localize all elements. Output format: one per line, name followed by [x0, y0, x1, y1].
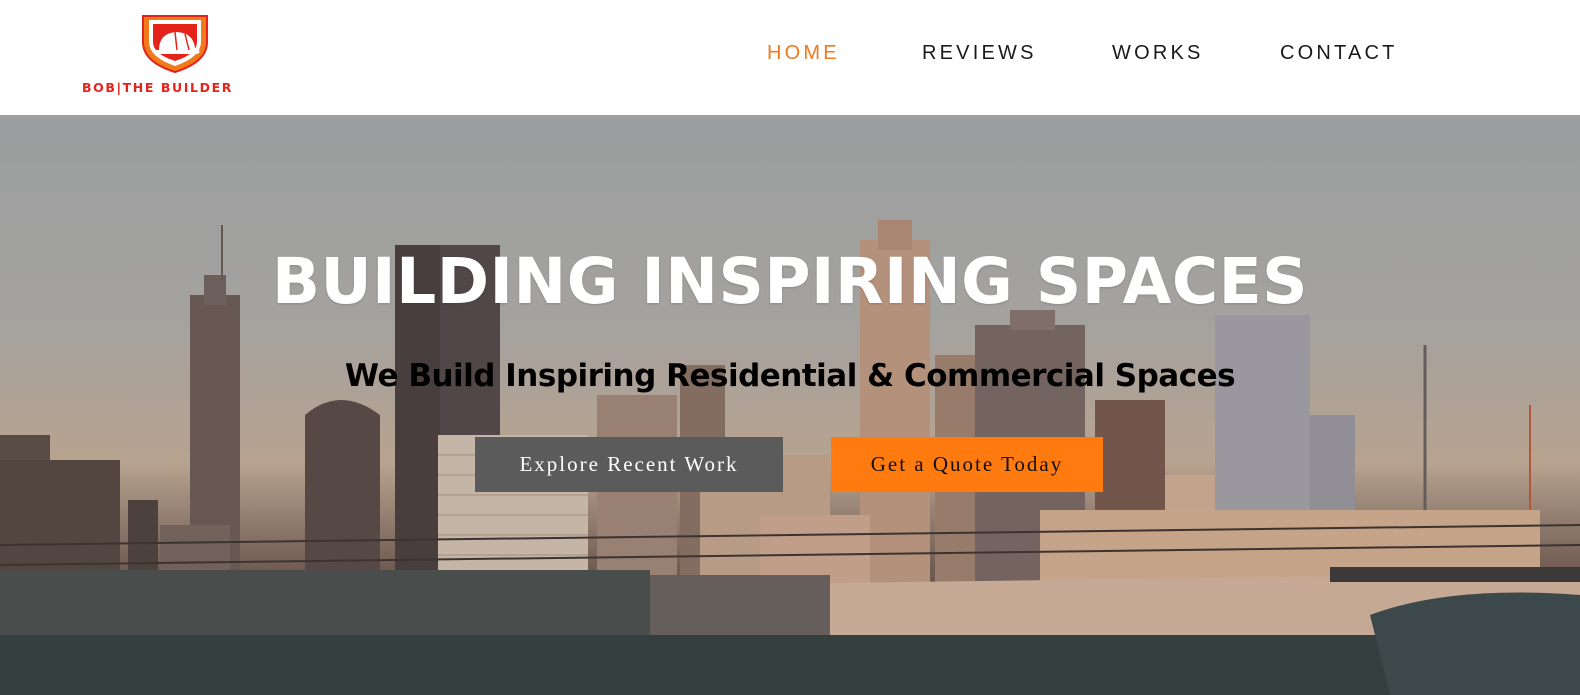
- hard-hat-shield-icon: [142, 15, 208, 74]
- brand-logo[interactable]: BOB|THE BUILDER: [80, 10, 270, 100]
- explore-recent-work-button[interactable]: Explore Recent Work: [475, 437, 783, 492]
- site-header: BOB|THE BUILDER HOME REVIEWS WORKS CONTA…: [0, 0, 1580, 115]
- hero-subtitle: We Build Inspiring Residential & Commerc…: [344, 358, 1236, 394]
- nav-item-home[interactable]: HOME: [767, 42, 840, 65]
- nav-item-works[interactable]: WORKS: [1112, 42, 1204, 65]
- hero-section: BUILDING INSPIRING SPACES We Build Inspi…: [0, 115, 1580, 695]
- logo-wordmark: BOB|THE BUILDER: [82, 80, 233, 95]
- nav-item-reviews[interactable]: REVIEWS: [922, 42, 1037, 65]
- nav-item-contact[interactable]: CONTACT: [1280, 42, 1398, 65]
- get-quote-button[interactable]: Get a Quote Today: [831, 437, 1103, 492]
- hero-overlay: [0, 115, 1580, 695]
- hero-title: BUILDING INSPIRING SPACES: [271, 245, 1308, 318]
